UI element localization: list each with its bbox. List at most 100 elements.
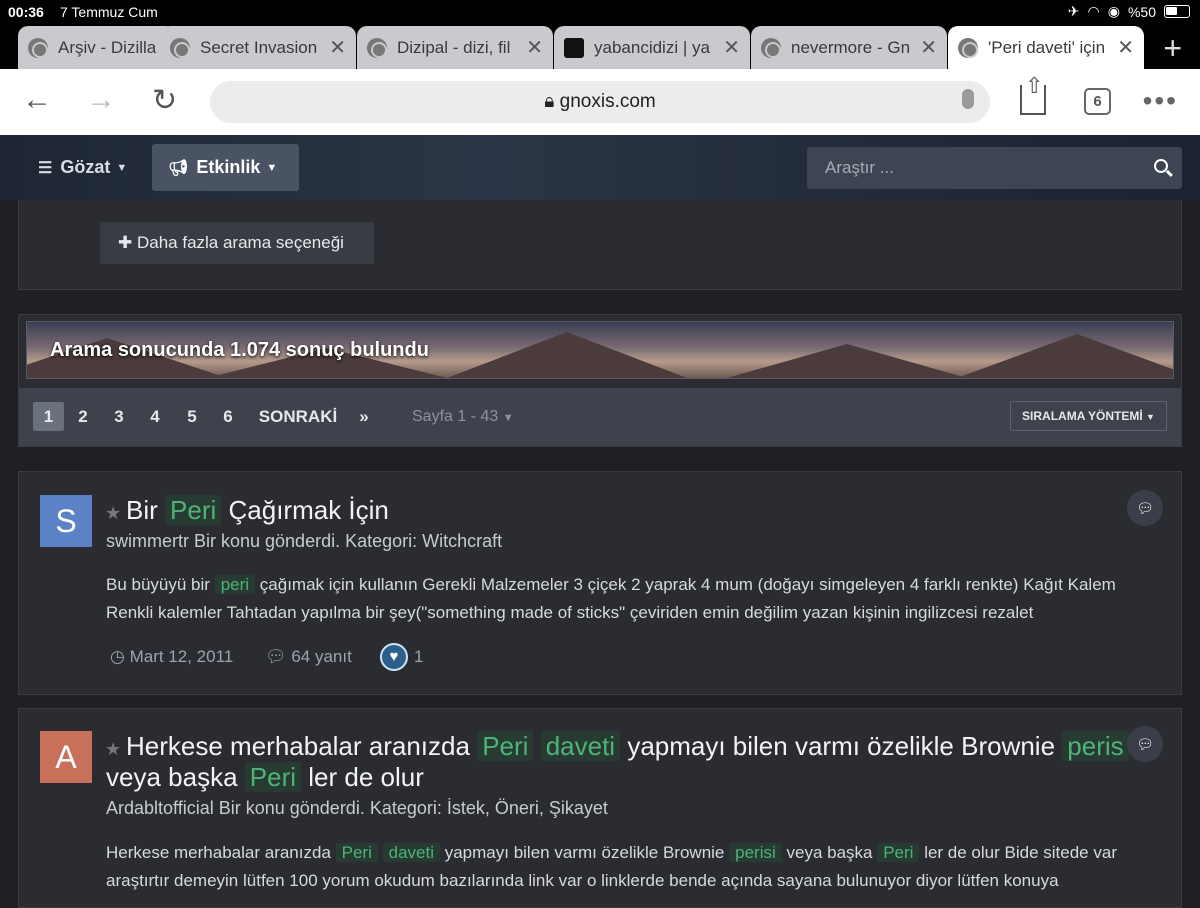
browse-label: Gözat bbox=[60, 157, 111, 177]
reload-icon[interactable]: ↻ bbox=[152, 83, 177, 118]
sort-label: SIRALAMA YÖNTEMİ bbox=[1022, 409, 1143, 423]
battery-icon bbox=[1164, 5, 1190, 18]
page-link[interactable]: 5 bbox=[182, 402, 202, 431]
title-highlight: daveti bbox=[540, 731, 621, 761]
site-search-input[interactable]: Araştır ... bbox=[807, 147, 1182, 189]
globe-icon bbox=[958, 37, 978, 58]
close-tab-icon[interactable]: ✕ bbox=[329, 35, 346, 60]
browser-tab[interactable]: yabancidizi | ya ✕ bbox=[554, 26, 750, 69]
more-search-options-button[interactable]: ✚ Daha fazla arama seçeneği bbox=[100, 222, 374, 264]
browser-tab[interactable]: Arşiv - Dizilla bbox=[18, 26, 176, 69]
title-text: yapmayı bilen varmı özelikle Brownie bbox=[627, 731, 1056, 761]
snippet-highlight: daveti bbox=[382, 843, 440, 862]
avatar[interactable]: A bbox=[40, 731, 92, 783]
plus-icon: ✚ bbox=[118, 233, 133, 252]
title-text: Herkese merhabalar aranızda bbox=[126, 731, 470, 761]
close-tab-icon[interactable]: ✕ bbox=[526, 35, 543, 60]
date-text: Mart 12, 2011 bbox=[129, 647, 234, 666]
rotation-lock-icon: ◉ bbox=[1107, 3, 1120, 19]
last-page-link[interactable]: » bbox=[354, 402, 374, 431]
snippet-text: Bu büyüyü bir bbox=[106, 575, 210, 594]
tab-title: nevermore - Gn bbox=[791, 37, 911, 57]
title-text: ler de olur bbox=[308, 762, 424, 792]
tab-title: Dizipal - dizi, fil bbox=[397, 37, 511, 57]
url-field[interactable]: 🔒︎ gnoxis.com bbox=[210, 81, 990, 123]
title-highlight: Peri bbox=[244, 762, 302, 792]
site-favicon-icon bbox=[564, 37, 584, 58]
airplane-icon: ✈ bbox=[1067, 3, 1080, 19]
new-tab-plus-icon[interactable]: + bbox=[1163, 30, 1182, 67]
page-link[interactable]: 2 bbox=[73, 402, 93, 431]
share-icon[interactable] bbox=[1020, 73, 1046, 115]
browser-tab-active[interactable]: 'Peri daveti' için ✕ bbox=[948, 26, 1144, 69]
tab-count-button[interactable]: 6 bbox=[1084, 88, 1111, 115]
browse-menu[interactable]: ☰ Gözat ▼ bbox=[22, 144, 143, 191]
page-link[interactable]: 6 bbox=[218, 402, 238, 431]
snippet-highlight: peri bbox=[214, 575, 256, 594]
url-text: gnoxis.com bbox=[559, 91, 656, 112]
title-highlight: Peri bbox=[165, 495, 222, 525]
result-snippet: Herkese merhabalar aranızda Peri daveti … bbox=[106, 839, 1166, 895]
replies-text: 64 yanıt bbox=[291, 647, 352, 666]
heart-icon[interactable]: ♥ bbox=[380, 643, 408, 671]
title-text: veya başka bbox=[106, 762, 238, 792]
page-link-current[interactable]: 1 bbox=[33, 402, 64, 431]
avatar[interactable]: S bbox=[40, 495, 92, 547]
globe-icon bbox=[28, 37, 48, 58]
result-snippet: Bu büyüyü bir peri çağımak için kullanın… bbox=[106, 571, 1166, 627]
snippet-text: veya başka bbox=[786, 843, 873, 862]
status-indicators: ✈ ◠ ◉ %50 bbox=[1068, 3, 1190, 20]
activity-menu[interactable]: 📢︎ Etkinlik ▼ bbox=[152, 144, 299, 191]
page-link[interactable]: 4 bbox=[145, 402, 165, 431]
close-tab-icon[interactable]: ✕ bbox=[1117, 35, 1134, 60]
page-jump-dropdown[interactable]: Sayfa 1 - 43 ▼ bbox=[412, 408, 514, 426]
title-text: Çağırmak İçin bbox=[228, 495, 389, 525]
browser-tab[interactable]: Dizipal - dizi, fil ✕ bbox=[357, 26, 553, 69]
status-date: 7 Temmuz Cum bbox=[60, 4, 158, 20]
results-banner: Arama sonucunda 1.074 sonuç bulundu bbox=[26, 321, 1174, 379]
lock-icon: 🔒︎ bbox=[544, 91, 555, 112]
page-link[interactable]: 3 bbox=[109, 402, 129, 431]
caret-down-icon: ▼ bbox=[266, 161, 278, 174]
sort-button[interactable]: SIRALAMA YÖNTEMİ ▼ bbox=[1010, 401, 1167, 431]
browser-tab[interactable]: nevermore - Gn ✕ bbox=[751, 26, 947, 69]
clock-icon: ◷ bbox=[110, 647, 125, 666]
battery-percent: %50 bbox=[1127, 3, 1156, 20]
snippet-text: ler de olur Bide sitede bbox=[924, 843, 1089, 862]
address-bar: ← → ↻ 🔒︎ gnoxis.com 6 ••• bbox=[0, 69, 1200, 135]
results-count-heading: Arama sonucunda 1.074 sonuç bulundu bbox=[50, 339, 429, 361]
globe-icon bbox=[170, 37, 190, 58]
close-tab-icon[interactable]: ✕ bbox=[920, 35, 937, 60]
back-arrow-icon[interactable]: ← bbox=[22, 83, 52, 117]
title-highlight: Peri bbox=[477, 731, 534, 761]
comment-icon: 💬︎ bbox=[265, 647, 287, 666]
result-meta: swimmertr Bir konu gönderdi. Kategori: W… bbox=[106, 531, 503, 551]
comments-icon[interactable]: 💬︎ bbox=[1127, 726, 1163, 762]
tab-title: Secret Invasion bbox=[200, 37, 318, 57]
caret-down-icon: ▼ bbox=[502, 412, 514, 424]
browser-tab[interactable]: Secret Invasion ✕ bbox=[160, 26, 356, 69]
caret-down-icon: ▼ bbox=[1146, 412, 1155, 422]
search-icon[interactable] bbox=[1154, 159, 1168, 173]
tab-title: Arşiv - Dizilla bbox=[58, 37, 157, 57]
result-replies[interactable]: 💬︎ 64 yanıt bbox=[265, 647, 352, 667]
more-options-icon[interactable]: ••• bbox=[1143, 85, 1178, 117]
status-bar: 00:36 7 Temmuz Cum ✈ ◠ ◉ %50 bbox=[0, 0, 1200, 24]
likes-count: 1 bbox=[414, 647, 424, 666]
title-highlight: peris bbox=[1062, 731, 1129, 761]
microphone-icon[interactable] bbox=[962, 89, 974, 109]
close-tab-icon[interactable]: ✕ bbox=[723, 35, 740, 60]
result-meta: Ardabltofficial Bir konu gönderdi. Kateg… bbox=[106, 798, 608, 818]
megaphone-icon: 📢︎ bbox=[168, 159, 189, 177]
forward-arrow-icon[interactable]: → bbox=[86, 83, 116, 117]
snippet-text: yapmayı bilen varmı özelikle Brownie bbox=[444, 843, 725, 862]
snippet-text: çağımak için kullanın Gerekli Malzemeler… bbox=[259, 575, 1063, 594]
result-title-link[interactable]: Bir Peri Çağırmak İçin bbox=[126, 495, 389, 526]
next-page-link[interactable]: SONRAKİ bbox=[258, 402, 338, 431]
globe-icon bbox=[761, 37, 781, 58]
comments-icon[interactable]: 💬︎ bbox=[1127, 490, 1163, 526]
result-title-link[interactable]: Herkese merhabalar aranızda Peri daveti … bbox=[106, 731, 1146, 793]
tab-title: 'Peri daveti' için bbox=[988, 37, 1106, 57]
star-icon: ★ bbox=[105, 503, 122, 523]
more-options-label: Daha fazla arama seçeneği bbox=[136, 233, 344, 252]
